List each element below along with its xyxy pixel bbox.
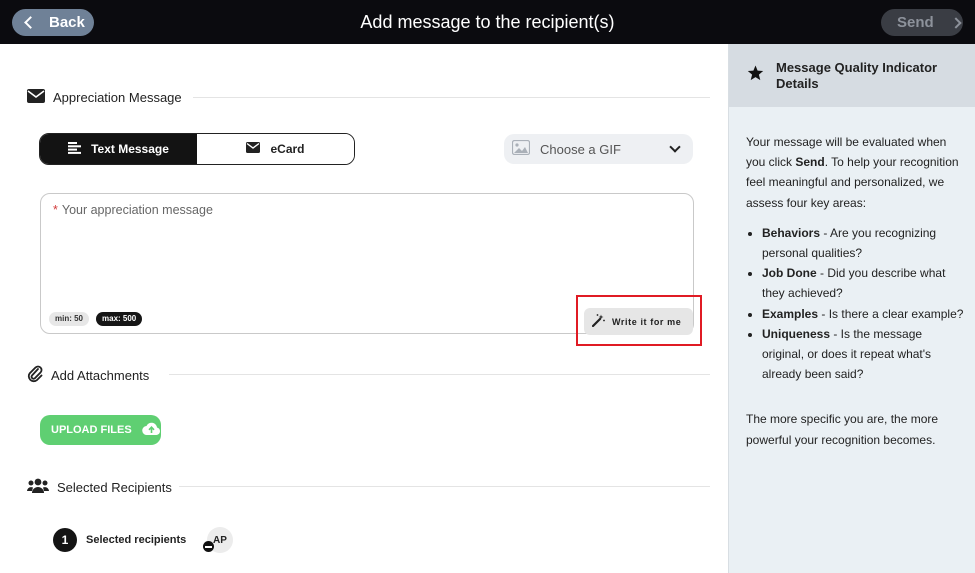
quality-criteria-list: Behaviors - Are you recognizing personal… bbox=[746, 223, 964, 385]
chevron-right-icon bbox=[950, 16, 962, 29]
highlight-box bbox=[576, 295, 702, 346]
list-item: Examples - Is there a clear example? bbox=[762, 304, 964, 324]
cloud-upload-icon bbox=[141, 422, 161, 438]
users-icon bbox=[27, 478, 49, 496]
paperclip-icon bbox=[27, 365, 43, 386]
envelope-icon bbox=[246, 142, 261, 156]
divider bbox=[193, 97, 710, 98]
gif-select[interactable]: Choose a GIF bbox=[504, 134, 693, 164]
list-item: Uniqueness - Is the message original, or… bbox=[762, 324, 964, 385]
tab-text-message-label: Text Message bbox=[91, 142, 169, 156]
intro-send-word: Send bbox=[795, 155, 825, 170]
quality-indicator-panel: Message Quality Indicator Details Your m… bbox=[728, 44, 975, 573]
criterion-term: Examples bbox=[762, 306, 819, 321]
remove-recipient-icon[interactable] bbox=[203, 541, 214, 552]
text-lines-icon bbox=[68, 141, 82, 157]
page-title: Add message to the recipient(s) bbox=[360, 12, 615, 32]
send-button[interactable]: Send bbox=[881, 9, 963, 36]
attachments-section-title: Add Attachments bbox=[51, 368, 150, 383]
selected-recipients-row: 1 Selected recipients bbox=[53, 528, 186, 552]
star-icon bbox=[747, 65, 764, 86]
recipients-section-heading: Selected Recipients bbox=[27, 478, 172, 496]
criterion-term: Uniqueness bbox=[762, 326, 831, 341]
criterion-term: Job Done bbox=[762, 266, 817, 281]
recipient-count-badge: 1 bbox=[53, 528, 77, 552]
criterion-desc: - Is there a clear example? bbox=[818, 306, 964, 321]
message-form: Appreciation Message Text Message eCard … bbox=[3, 44, 728, 573]
attachments-section-heading: Add Attachments bbox=[27, 365, 149, 386]
quality-outro: The more specific you are, the more powe… bbox=[746, 412, 939, 447]
gif-select-label: Choose a GIF bbox=[540, 141, 621, 157]
send-button-label: Send bbox=[897, 14, 934, 31]
envelope-icon bbox=[27, 89, 45, 106]
upload-files-button[interactable]: UPLOAD FILES bbox=[40, 415, 161, 445]
max-length-badge: max: 500 bbox=[96, 312, 143, 326]
message-placeholder: * Your appreciation message bbox=[53, 203, 213, 217]
min-length-badge: min: 50 bbox=[49, 312, 90, 326]
chevron-down-icon bbox=[669, 141, 681, 153]
recipients-section-title: Selected Recipients bbox=[57, 479, 172, 495]
required-marker: * bbox=[53, 203, 58, 217]
tab-ecard[interactable]: eCard bbox=[197, 134, 354, 164]
tab-ecard-label: eCard bbox=[270, 142, 305, 156]
appreciation-section-title: Appreciation Message bbox=[53, 90, 182, 105]
quality-panel-body: Your message will be evaluated when you … bbox=[746, 132, 964, 450]
top-bar: Back Add message to the recipient(s) Sen… bbox=[0, 0, 975, 44]
message-placeholder-text: Your appreciation message bbox=[61, 203, 213, 217]
image-icon bbox=[511, 139, 531, 158]
recipient-avatar[interactable]: AP bbox=[203, 527, 233, 553]
list-item: Behaviors - Are you recognizing personal… bbox=[762, 223, 964, 263]
selected-recipients-label: Selected recipients bbox=[86, 534, 187, 546]
upload-files-label: UPLOAD FILES bbox=[51, 424, 132, 436]
quality-intro: Your message will be evaluated when you … bbox=[746, 132, 964, 213]
list-item: Job Done - Did you describe what they ac… bbox=[762, 263, 964, 303]
quality-panel-title: Message Quality Indicator Details bbox=[776, 59, 938, 91]
criterion-term: Behaviors bbox=[762, 225, 821, 240]
message-type-toggle: Text Message eCard bbox=[39, 133, 355, 165]
tab-text-message[interactable]: Text Message bbox=[40, 134, 197, 164]
appreciation-section-heading: Appreciation Message bbox=[27, 89, 182, 106]
divider bbox=[179, 486, 710, 487]
quality-panel-header: Message Quality Indicator Details bbox=[729, 44, 975, 107]
divider bbox=[169, 374, 710, 375]
